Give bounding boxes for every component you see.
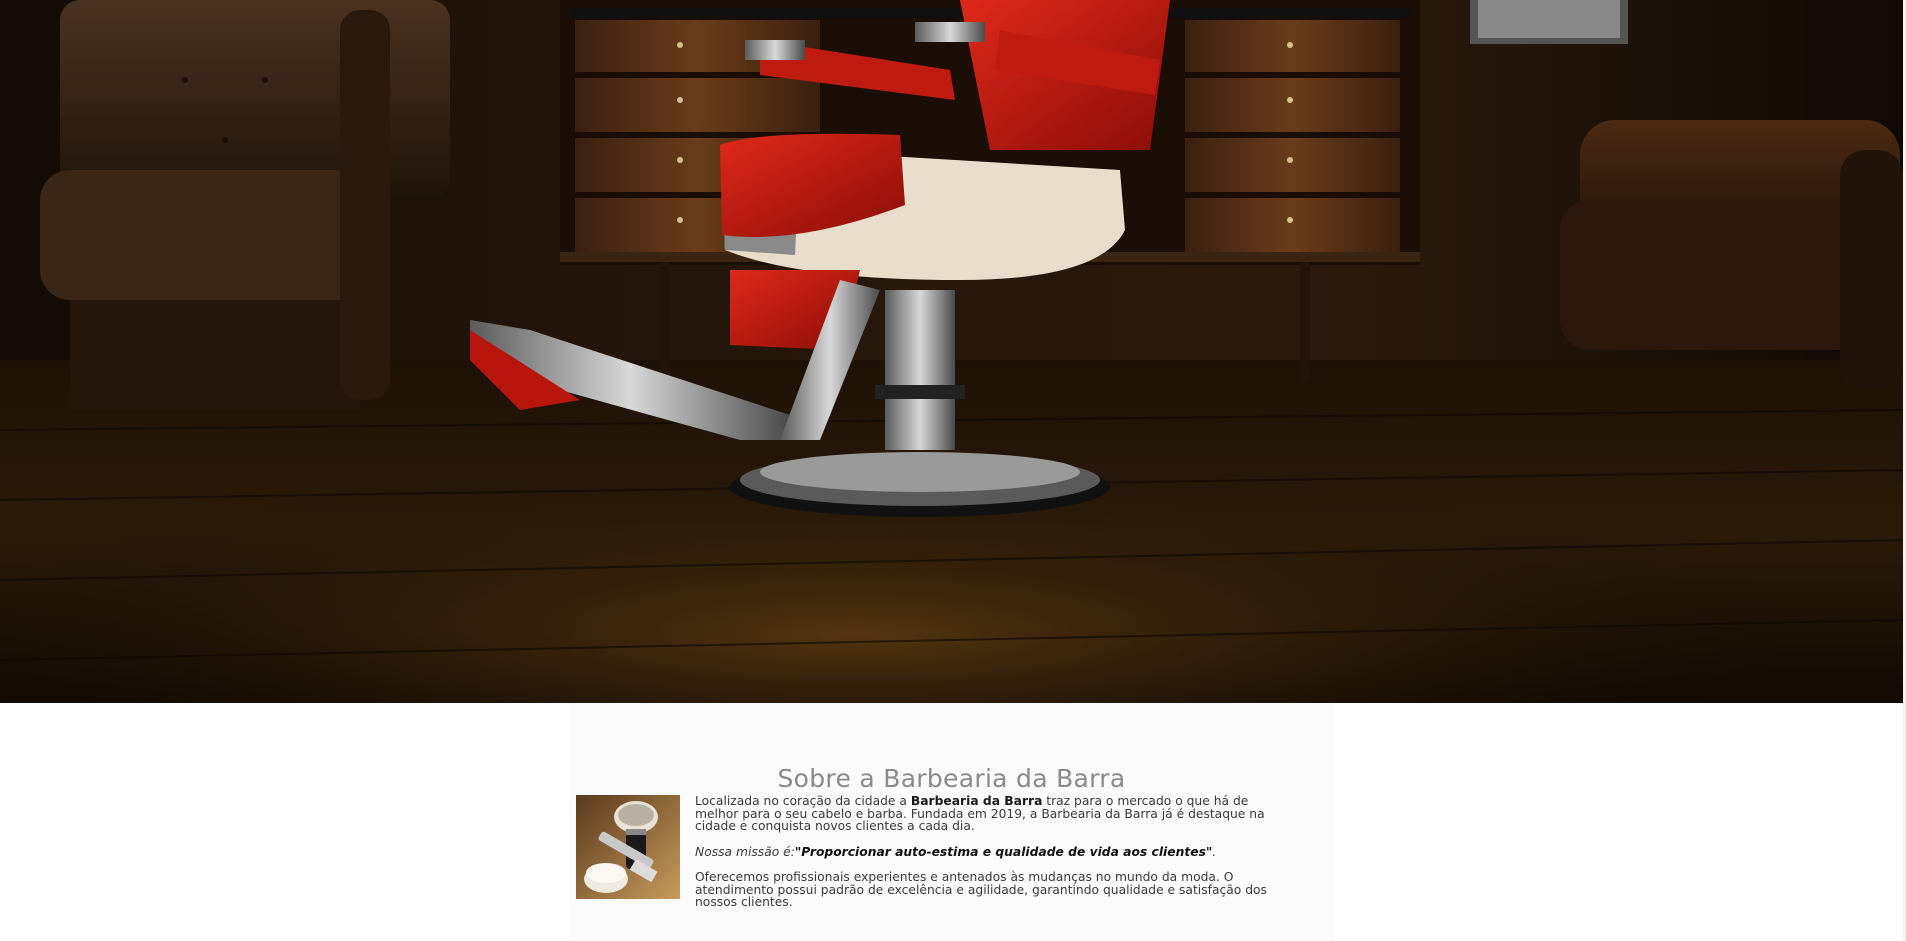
page: Sobre a Barbearia da Barra Localizada no… bbox=[0, 0, 1906, 941]
about-section: Sobre a Barbearia da Barra Localizada no… bbox=[569, 703, 1334, 941]
about-text: Localizada no coração da cidade a Barbea… bbox=[695, 795, 1285, 922]
right-armchair bbox=[1560, 120, 1903, 390]
about-paragraph-services: Oferecemos profissionais experientes e a… bbox=[695, 870, 1267, 909]
mission-label: Nossa missão é: bbox=[695, 844, 795, 859]
hero-image bbox=[0, 0, 1903, 703]
about-paragraph-intro: Localizada no coração da cidade a Barbea… bbox=[695, 795, 1285, 833]
shaving-brush-icon bbox=[576, 795, 680, 899]
mission-quote: "Proporcionar auto-estima e qualidade de… bbox=[794, 844, 1213, 859]
about-title: Sobre a Barbearia da Barra bbox=[777, 763, 1126, 793]
mission-end: . bbox=[1212, 844, 1217, 859]
barber-chair-photo bbox=[0, 0, 1903, 703]
left-armchair bbox=[40, 0, 450, 410]
about-paragraph-mission: Nossa missão é:"Proporcionar auto-estima… bbox=[695, 844, 1285, 859]
shaving-brush-image bbox=[576, 795, 680, 899]
